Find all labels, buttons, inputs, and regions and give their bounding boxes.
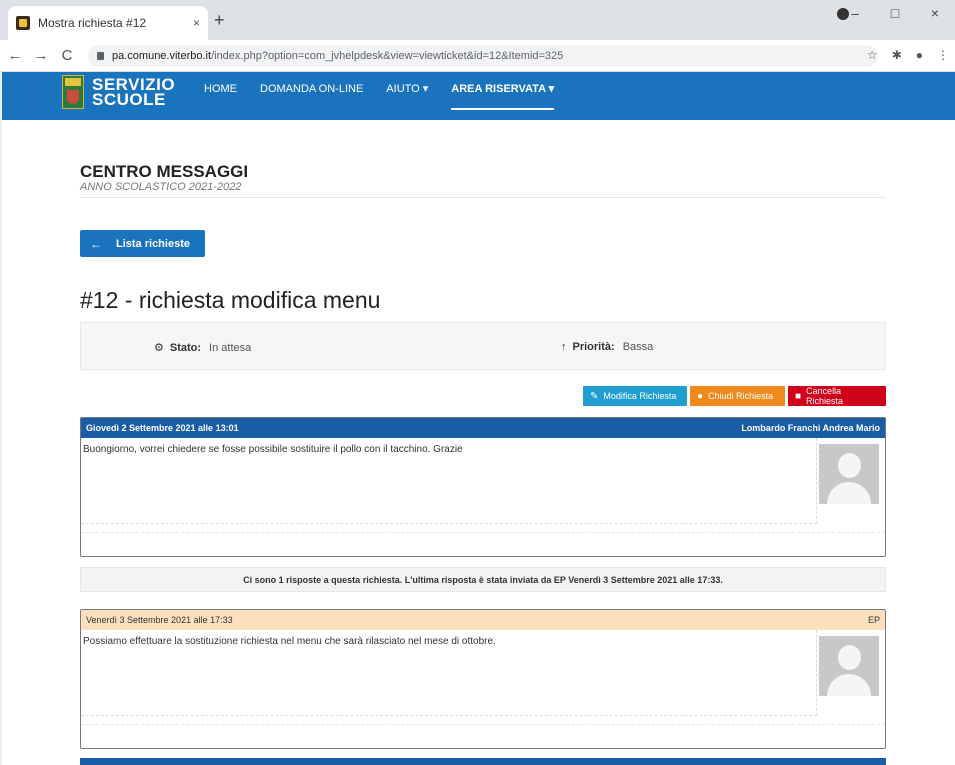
forward-icon[interactable]: → bbox=[30, 47, 52, 64]
divider bbox=[80, 197, 886, 198]
url-domain: pa.comune.viterbo.it bbox=[112, 50, 212, 62]
trash-icon: ■ bbox=[795, 390, 802, 402]
browser-tab[interactable]: Mostra richiesta #12 × bbox=[8, 6, 208, 40]
tab-title: Mostra richiesta #12 bbox=[38, 16, 147, 30]
edit-request-label: Modifica Richiesta bbox=[603, 391, 677, 401]
menu-kebab-icon[interactable]: ⋮ bbox=[937, 48, 949, 62]
edit-request-button[interactable]: ✎ Modifica Richiesta bbox=[583, 386, 687, 406]
site-favicon-icon bbox=[16, 16, 30, 30]
priority-field: ↑ Priorità: Bassa bbox=[561, 341, 653, 353]
reply-footer bbox=[81, 724, 885, 748]
maximize-button[interactable]: □ bbox=[875, 0, 915, 28]
page-left-edge bbox=[0, 72, 2, 765]
extensions-icon[interactable]: ✱ bbox=[892, 48, 902, 62]
message-body: Buongiorno, vorrei chiedere se fosse pos… bbox=[81, 438, 817, 524]
browser-tab-bar: Mostra richiesta #12 × + – □ × bbox=[0, 0, 955, 40]
avatar bbox=[819, 636, 879, 696]
reply-summary: Ci sono 1 risposte a questa richiesta. L… bbox=[80, 567, 886, 592]
arrow-up-icon: ↑ bbox=[561, 341, 567, 353]
url-field[interactable]: pa.comune.viterbo.it/index.php?option=co… bbox=[88, 45, 878, 67]
nav-aiuto[interactable]: AIUTO ▾ bbox=[386, 72, 428, 120]
lock-icon bbox=[97, 52, 104, 60]
list-requests-label: Lista richieste bbox=[116, 237, 190, 250]
window-controls: – □ × bbox=[835, 0, 955, 28]
reply-author: EP bbox=[867, 615, 880, 625]
close-request-label: Chiudi Richiesta bbox=[708, 391, 774, 401]
reply-header: Venerdì 3 Settembre 2021 alle 17:33 EP bbox=[81, 610, 885, 630]
status-value: In attesa bbox=[209, 342, 252, 354]
info-circle-icon: ● bbox=[697, 390, 704, 402]
delete-request-button[interactable]: ■ Cancella Richiesta bbox=[788, 386, 886, 406]
bookmark-star-icon[interactable]: ☆ bbox=[867, 48, 878, 62]
message-card: Giovedì 2 Settembre 2021 alle 13:01 Lomb… bbox=[80, 417, 886, 557]
address-bar: ← → C pa.comune.viterbo.it/index.php?opt… bbox=[0, 40, 955, 72]
message-footer bbox=[81, 532, 885, 556]
priority-value: Bassa bbox=[622, 341, 654, 353]
main-nav: HOME DOMANDA ON-LINE AIUTO ▾ AREA RISERV… bbox=[204, 72, 577, 120]
reply-card: Venerdì 3 Settembre 2021 alle 17:33 EP P… bbox=[80, 609, 886, 749]
close-request-button[interactable]: ● Chiudi Richiesta bbox=[690, 386, 785, 406]
delete-request-label: Cancella Richiesta bbox=[806, 386, 844, 406]
list-requests-button[interactable]: ← Lista richieste bbox=[80, 230, 205, 257]
new-tab-button[interactable]: + bbox=[214, 10, 225, 31]
ticket-actions: ✎ Modifica Richiesta ● Chiudi Richiesta ■ C… bbox=[583, 386, 886, 406]
message-header: Giovedì 2 Settembre 2021 alle 13:01 Lomb… bbox=[81, 418, 885, 438]
message-author: Lombardo Franchi Andrea Mario bbox=[741, 423, 880, 433]
ticket-info-bar: ⚙ Stato: In attesa ↑ Priorità: Bassa bbox=[80, 322, 886, 370]
tab-close-icon[interactable]: × bbox=[193, 16, 200, 30]
brand-line-2: SCUOLE bbox=[92, 90, 166, 109]
account-icon[interactable]: ● bbox=[916, 48, 923, 62]
back-icon[interactable]: ← bbox=[4, 47, 26, 64]
reply-date: Venerdì 3 Settembre 2021 alle 17:33 bbox=[86, 615, 233, 625]
message-date: Giovedì 2 Settembre 2021 alle 13:01 bbox=[86, 423, 239, 433]
avatar bbox=[819, 444, 879, 504]
reply-body: Possiamo effettuare la sostituzione rich… bbox=[81, 630, 817, 716]
site-brand[interactable]: SERVIZIO SCUOLE bbox=[92, 76, 175, 109]
reload-icon[interactable]: C bbox=[56, 47, 78, 64]
nav-area-riservata[interactable]: AREA RISERVATA ▾ bbox=[451, 72, 555, 110]
cogs-icon: ⚙ bbox=[154, 342, 164, 354]
nav-home[interactable]: HOME bbox=[204, 72, 237, 120]
page-title: CENTRO MESSAGGI bbox=[80, 162, 249, 181]
page-subtitle: ANNO SCOLASTICO 2021-2022 bbox=[80, 181, 242, 193]
url-path: /index.php?option=com_jvhelpdesk&view=vi… bbox=[211, 50, 564, 62]
status-field: ⚙ Stato: In attesa bbox=[154, 341, 251, 354]
site-header: SERVIZIO SCUOLE HOME DOMANDA ON-LINE AIU… bbox=[0, 72, 955, 120]
next-card-header bbox=[80, 758, 886, 765]
pencil-icon: ✎ bbox=[590, 390, 599, 402]
status-label: Stato: bbox=[169, 342, 202, 354]
site-logo[interactable] bbox=[62, 75, 84, 109]
toolbar-icons: ☆ ✱ ● ⋮ bbox=[867, 48, 949, 62]
nav-domanda-online[interactable]: DOMANDA ON-LINE bbox=[260, 72, 363, 120]
ticket-title: #12 - richiesta modifica menu bbox=[80, 287, 381, 313]
arrow-left-icon: ← bbox=[90, 236, 102, 251]
priority-label: Priorità: bbox=[572, 341, 615, 353]
minimize-button[interactable]: – bbox=[835, 0, 875, 28]
window-close-button[interactable]: × bbox=[915, 0, 955, 28]
